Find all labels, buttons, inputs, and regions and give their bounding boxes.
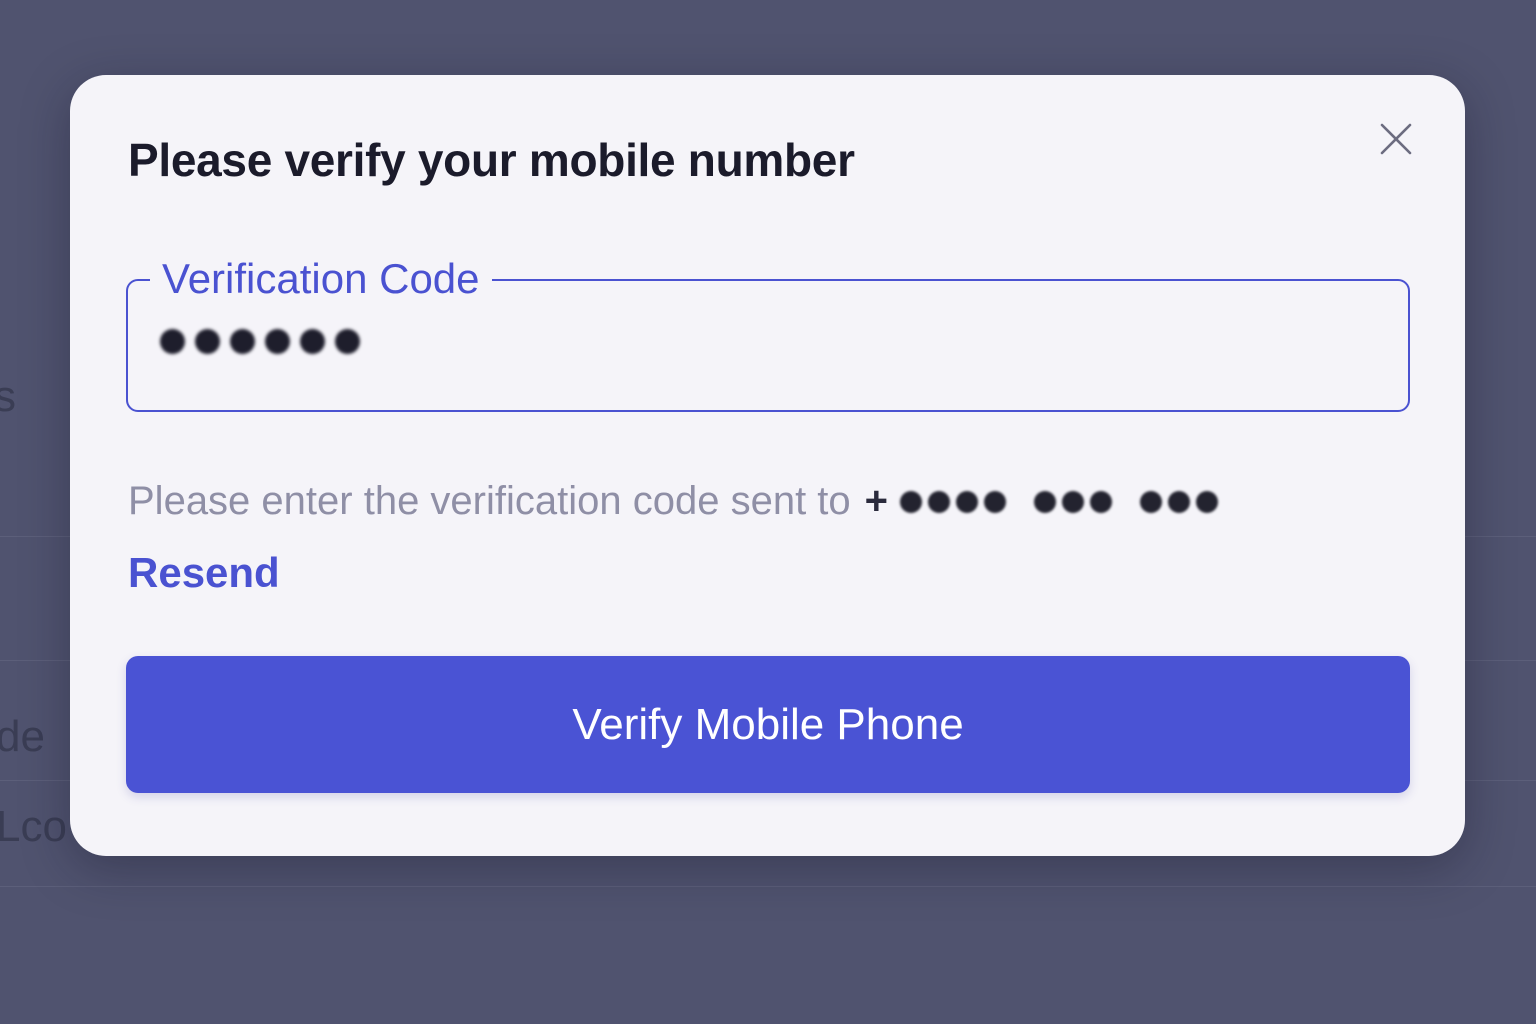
verify-mobile-phone-button[interactable]: Verify Mobile Phone	[126, 656, 1410, 793]
masked-phone-number	[900, 490, 1219, 513]
verification-code-input[interactable]: Verification Code	[126, 247, 1410, 412]
mask-dot	[195, 329, 220, 354]
background-text-fragment: de	[0, 712, 45, 761]
mask-dot	[335, 329, 360, 354]
mask-dot	[230, 329, 255, 354]
close-button[interactable]	[1376, 119, 1416, 159]
background-divider	[0, 886, 1536, 887]
helper-text-row: Please enter the verification code sent …	[128, 479, 1219, 524]
close-icon	[1380, 123, 1412, 155]
background-text-fragment: s	[0, 372, 16, 421]
phone-digit-group	[1034, 490, 1113, 513]
helper-text: Please enter the verification code sent …	[128, 479, 851, 523]
phone-prefix: +	[864, 479, 889, 523]
mask-dot	[265, 329, 290, 354]
mask-dot	[160, 329, 185, 354]
verify-phone-modal: Please verify your mobile number Verific…	[70, 75, 1465, 856]
mask-dot	[300, 329, 325, 354]
verification-code-label: Verification Code	[150, 247, 492, 311]
masked-code-value	[160, 329, 360, 354]
modal-title: Please verify your mobile number	[128, 134, 855, 186]
phone-digit-group	[1140, 490, 1219, 513]
resend-link[interactable]: Resend	[128, 549, 280, 597]
background-text-fragment: Lco	[0, 802, 67, 851]
phone-digit-group	[900, 490, 1007, 513]
